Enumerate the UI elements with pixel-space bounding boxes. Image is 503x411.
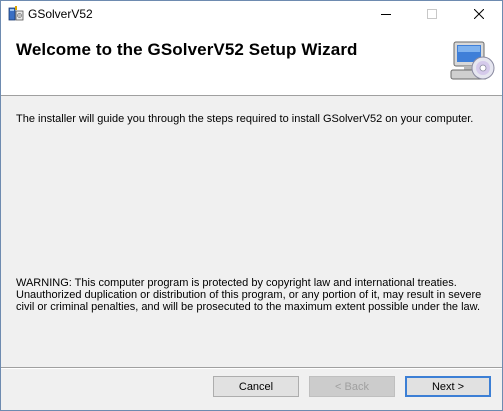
back-button[interactable]: < Back: [309, 376, 395, 397]
intro-text: The installer will guide you through the…: [16, 113, 474, 125]
setup-wizard-window: GSolverV52 Welcome to the GSolverV52 Set…: [0, 0, 503, 411]
wizard-title: Welcome to the GSolverV52 Setup Wizard: [16, 40, 358, 59]
footer-divider: [1, 367, 502, 369]
maximize-icon: [427, 6, 437, 24]
minimize-icon: [381, 6, 391, 24]
computer-cd-icon: [448, 38, 496, 86]
window-title: GSolverV52: [28, 7, 93, 21]
close-icon: [473, 6, 485, 24]
minimize-button[interactable]: [363, 1, 409, 28]
copyright-warning: WARNING: This computer program is protec…: [16, 277, 482, 313]
header-banner: Welcome to the GSolverV52 Setup Wizard: [1, 28, 502, 96]
installer-app-icon: [8, 6, 24, 22]
next-button[interactable]: Next >: [405, 376, 491, 397]
cancel-button[interactable]: Cancel: [213, 376, 299, 397]
title-bar[interactable]: GSolverV52: [1, 1, 502, 28]
maximize-button[interactable]: [409, 1, 455, 28]
close-button[interactable]: [456, 1, 502, 28]
